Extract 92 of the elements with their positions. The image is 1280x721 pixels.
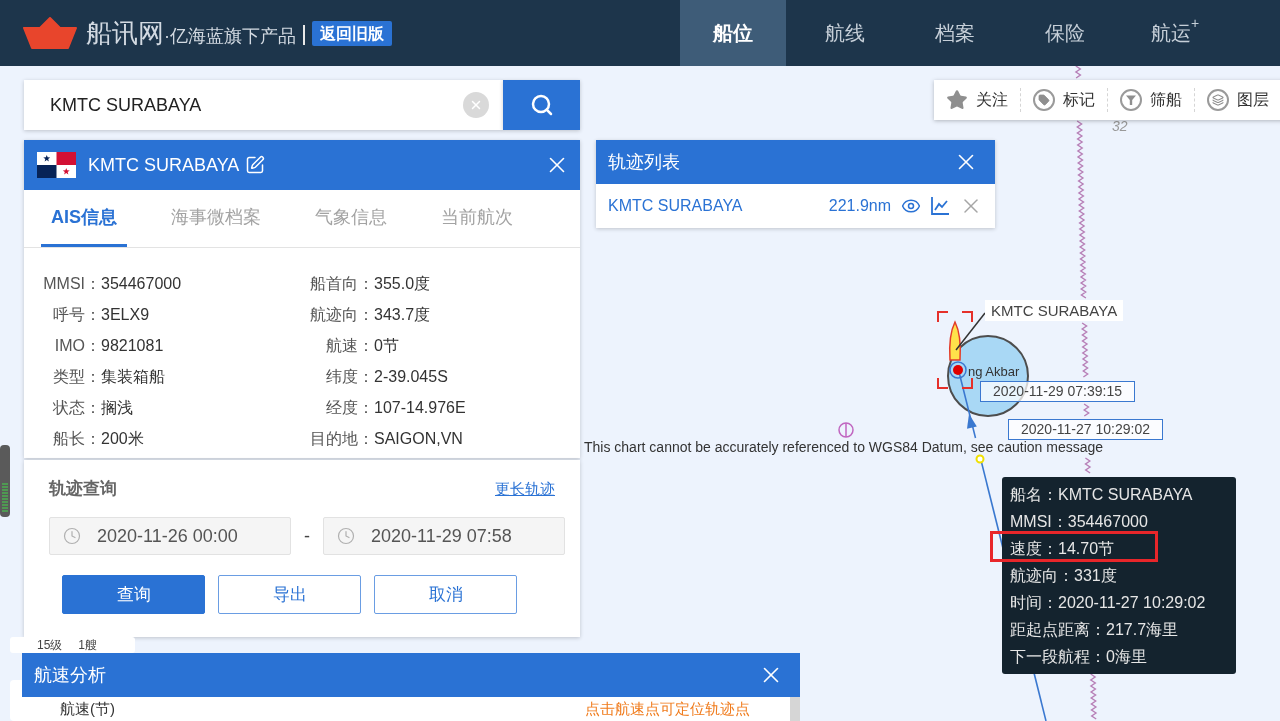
ship-name-title: KMTC SURABAYA xyxy=(88,153,240,177)
search-button[interactable] xyxy=(503,80,580,130)
place-label: ng Akbar xyxy=(968,364,1020,379)
field-value: 107-14.976E xyxy=(374,398,467,418)
speed-panel-title: 航速分析 xyxy=(34,663,106,687)
field-value: SAIGON,VN xyxy=(374,429,464,449)
line-chart-icon[interactable] xyxy=(930,196,950,216)
tag-icon xyxy=(1033,89,1055,111)
field-value: 354467000 xyxy=(101,274,183,294)
leader-line xyxy=(955,312,986,351)
toolbar-button[interactable]: 标记 xyxy=(1021,88,1107,112)
star-icon xyxy=(946,89,968,111)
tooltip-line: 下一段航程：0海里 xyxy=(1010,648,1147,665)
field-label: 类型： xyxy=(52,367,101,387)
chart-caution-text: This chart cannot be accurately referenced to WGS84 Datum, see caution message xyxy=(584,440,1104,455)
nav-tab[interactable]: 档案 xyxy=(900,0,1010,66)
field-label: 船长： xyxy=(52,429,101,449)
scrollbar[interactable] xyxy=(790,697,800,721)
boundary-line xyxy=(1082,403,1090,417)
start-time-field[interactable]: 2020-11-26 00:00 xyxy=(49,517,291,555)
search-field[interactable]: KMTC SURABAYA xyxy=(24,80,503,130)
field-label: 纬度： xyxy=(325,367,374,387)
old-version-button[interactable]: 返回旧版 xyxy=(312,20,392,46)
track-time-label: 2020-11-29 07:39:15 xyxy=(980,381,1135,402)
field-value: 343.7度 xyxy=(374,305,432,325)
field-label: IMO： xyxy=(53,336,101,356)
field-label: 状态： xyxy=(52,398,101,418)
field-value: 3ELX9 xyxy=(101,305,151,325)
track-query-title: 轨迹查询 xyxy=(49,478,117,501)
boat-logo-icon[interactable] xyxy=(22,17,78,49)
ship-icon xyxy=(949,321,961,361)
tooltip-line: MMSI：354467000 xyxy=(1010,513,1148,530)
tooltip-line: 航迹向：331度 xyxy=(1010,567,1117,584)
search-icon xyxy=(529,93,554,117)
field-value: 355.0度 xyxy=(374,274,432,294)
toolbar-button[interactable]: 图层 xyxy=(1195,88,1280,112)
field-label: 经度： xyxy=(325,398,374,418)
site-name: 船讯网 xyxy=(86,18,164,48)
field-value: 200米 xyxy=(101,429,145,449)
field-label: 船首向： xyxy=(309,274,374,294)
longer-track-link[interactable]: 更长轨迹 xyxy=(495,477,555,501)
ship-label: KMTC SURABAYA xyxy=(985,300,1124,321)
grid-label: 32 xyxy=(1112,118,1128,134)
field-label: 呼号： xyxy=(52,305,101,325)
field-value: 搁浅 xyxy=(101,398,134,418)
toolbar-button[interactable]: 关注 xyxy=(934,88,1020,112)
zoom-level-text: 15级 xyxy=(37,637,63,653)
field-value: 集装箱船 xyxy=(101,367,166,387)
nav-tab[interactable]: 船位 xyxy=(680,0,786,66)
speed-axis-label: 航速(节) xyxy=(60,700,115,718)
track-time-label: 2020-11-27 10:29:02 xyxy=(1008,419,1163,440)
boundary-line xyxy=(1089,673,1098,720)
clock-icon xyxy=(337,527,355,545)
action-button[interactable]: 取消 xyxy=(374,575,517,614)
clock-icon xyxy=(63,527,81,545)
track-name[interactable]: KMTC SURABAYA xyxy=(608,194,829,218)
track-point-icon xyxy=(975,454,985,464)
nav-tab[interactable]: 航运$^{+}$ xyxy=(1120,0,1230,66)
ship-count-text: 1艘 xyxy=(78,637,98,653)
field-value: 9821081 xyxy=(101,336,165,356)
nav-tab[interactable]: 航线 xyxy=(790,0,900,66)
circle-marker-icon xyxy=(838,422,854,438)
field-value: 0节 xyxy=(374,336,400,356)
position-marker-icon xyxy=(949,361,967,379)
hint-text: 点击航速点可定位轨迹点 xyxy=(585,700,750,718)
field-label: 航迹向： xyxy=(309,305,374,325)
end-time-field[interactable]: 2020-11-29 07:58 xyxy=(323,517,565,555)
boundary-line xyxy=(1080,322,1089,378)
range-separator: - xyxy=(303,524,311,548)
field-label: 航速： xyxy=(325,336,374,356)
track-list-title: 轨迹列表 xyxy=(608,150,680,174)
toolbar-button[interactable]: 筛船 xyxy=(1108,88,1194,112)
field-label: 目的地： xyxy=(309,429,374,449)
nav-tab[interactable]: 保险 xyxy=(1010,0,1120,66)
filter-icon xyxy=(1120,89,1142,111)
track-distance: 221.9nm xyxy=(828,196,891,216)
boundary-line xyxy=(1084,457,1092,474)
tooltip-line: 时间：2020-11-27 10:29:02 xyxy=(1010,594,1206,611)
action-button[interactable]: 查询 xyxy=(62,575,205,614)
eye-icon[interactable] xyxy=(901,196,921,216)
tooltip-line: 速度：14.70节 xyxy=(1010,540,1115,557)
tooltip-line: 船名：KMTC SURABAYA xyxy=(1010,486,1193,503)
action-button[interactable]: 导出 xyxy=(218,575,361,614)
site-tagline: ·亿海蓝旗下产品 xyxy=(164,25,296,47)
boundary-line xyxy=(1074,66,1082,79)
flag-icon xyxy=(37,152,76,178)
layers-icon xyxy=(1207,89,1229,111)
info-tab[interactable]: AIS信息 xyxy=(41,190,127,247)
tooltip-line: 距起点距离：217.7海里 xyxy=(1010,621,1179,638)
field-label: MMSI： xyxy=(42,274,101,294)
edit-icon[interactable] xyxy=(245,155,266,175)
field-value: 2-39.045S xyxy=(374,367,449,387)
